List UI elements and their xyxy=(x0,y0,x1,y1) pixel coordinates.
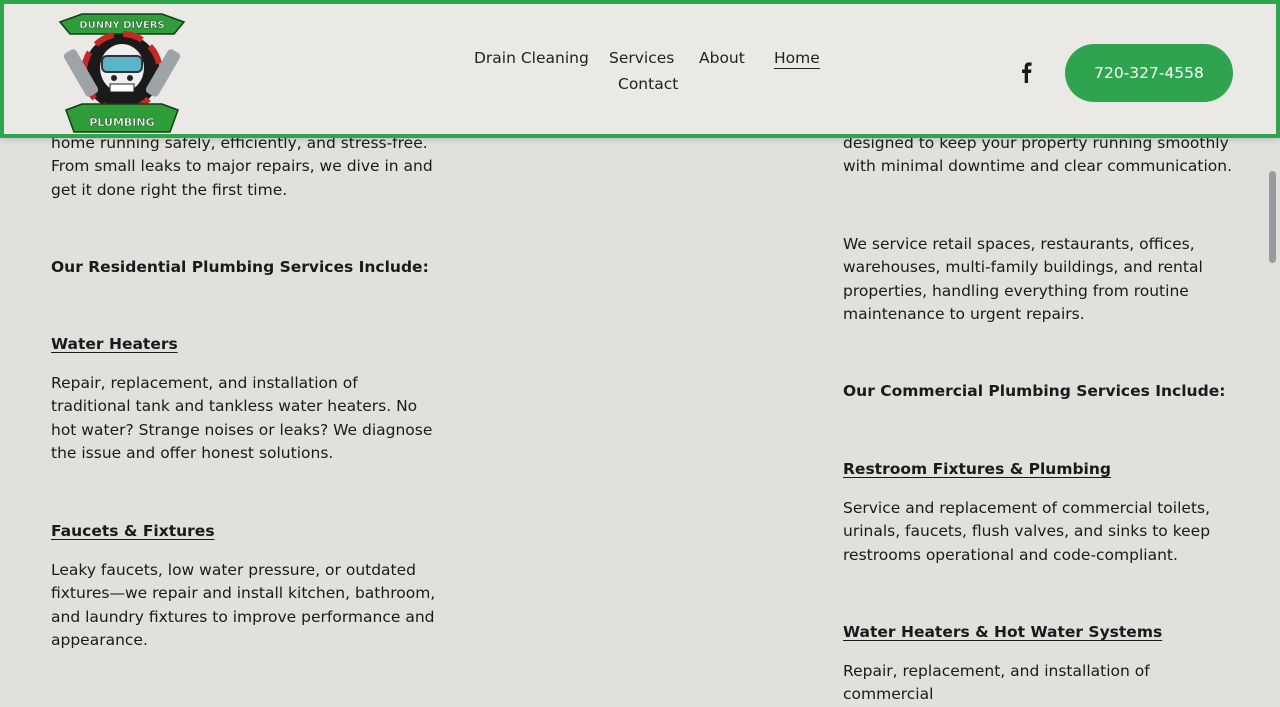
scrollbar-thumb[interactable] xyxy=(1269,171,1276,263)
commercial-description: We service retail spaces, restaurants, o… xyxy=(843,235,1203,323)
commercial-heading: Our Commercial Plumbing Services Include… xyxy=(843,382,1226,400)
facebook-icon[interactable] xyxy=(1018,61,1036,83)
service-description: Repair, replacement, and installation of… xyxy=(843,662,1150,704)
commercial-intro: designed to keep your property running s… xyxy=(843,134,1232,176)
service-title: Restroom Fixtures & Plumbing xyxy=(843,460,1112,478)
nav-drain-cleaning[interactable]: Drain Cleaning xyxy=(474,49,589,67)
site-header: DUNNY DIVERS PLUMBING Drain Cleaning Ser… xyxy=(0,0,1280,138)
residential-intro: home running safely, efficiently, and st… xyxy=(51,134,433,199)
service-description: Repair, replacement, and installation of… xyxy=(51,374,433,462)
page-scrollbar[interactable] xyxy=(1266,0,1280,679)
service-title: Faucets & Fixtures xyxy=(51,522,215,540)
service-title: Water Heaters & Hot Water Systems xyxy=(843,623,1163,641)
nav-services[interactable]: Services xyxy=(609,49,674,67)
phone-button[interactable]: 720-327-4558 xyxy=(1065,44,1233,102)
service-description: Service and replacement of commercial to… xyxy=(843,499,1211,564)
nav-contact[interactable]: Contact xyxy=(618,75,678,93)
service-title: Water Heaters xyxy=(51,335,178,353)
service-description: Leaky faucets, low water pressure, or ou… xyxy=(51,561,436,649)
nav-home[interactable]: Home xyxy=(774,49,820,69)
residential-heading: Our Residential Plumbing Services Includ… xyxy=(51,258,429,276)
nav-about[interactable]: About xyxy=(699,49,745,67)
